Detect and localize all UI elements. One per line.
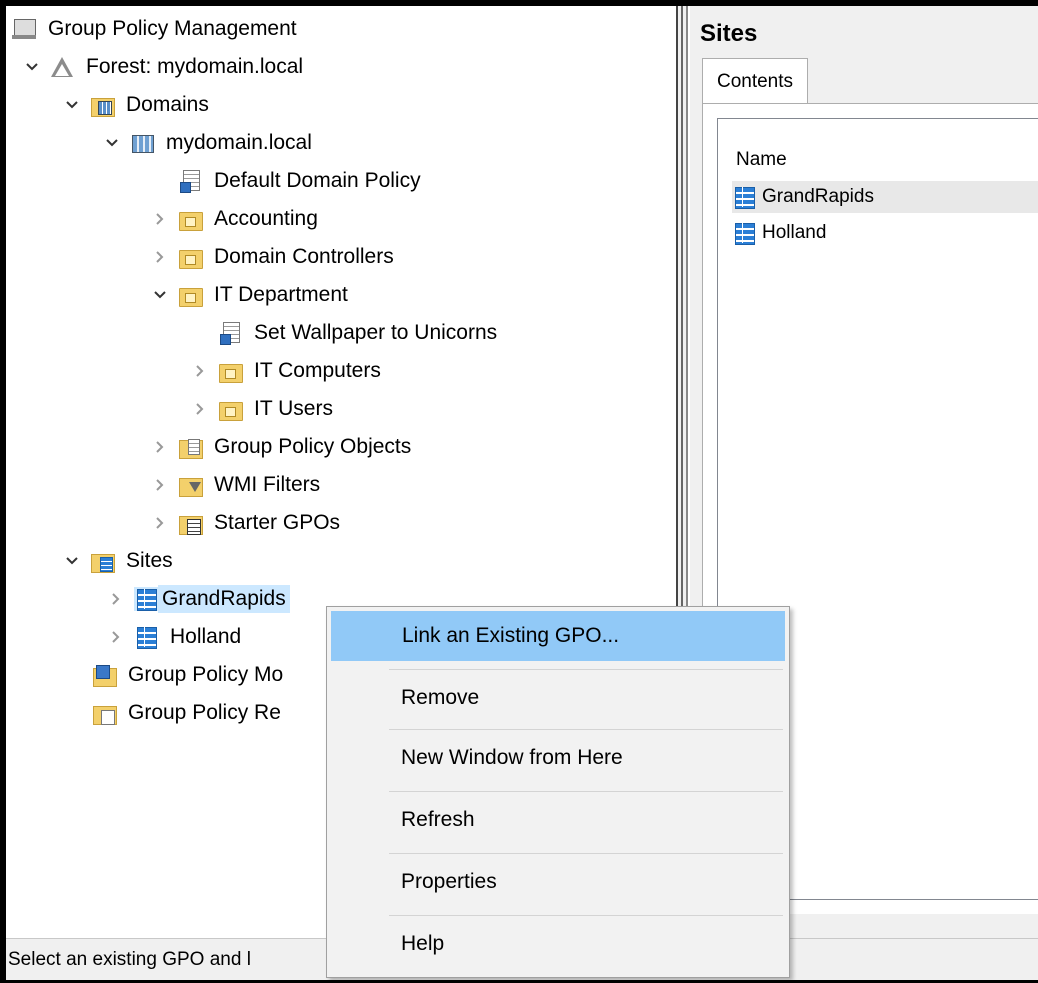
sites-folder-icon <box>90 549 115 573</box>
ou-folder-icon <box>178 245 203 269</box>
chevron-down-icon[interactable] <box>60 549 84 573</box>
tree-item-label: Group Policy Objects <box>214 435 412 458</box>
gp-modeling-icon <box>92 663 117 687</box>
tree-item-label: IT Department <box>214 283 348 306</box>
tree-item-label: Default Domain Policy <box>214 169 421 192</box>
ou-folder-icon <box>178 283 203 307</box>
tree-item-sites[interactable]: Sites <box>60 544 177 578</box>
gpo-link-icon <box>178 169 202 193</box>
tree-item-domain-controllers[interactable]: Domain Controllers <box>148 240 398 274</box>
tree-item-label: IT Users <box>254 397 333 420</box>
menu-separator <box>389 669 783 670</box>
site-icon <box>732 185 756 209</box>
chevron-right-icon[interactable] <box>148 245 172 269</box>
chevron-down-icon[interactable] <box>20 55 44 79</box>
site-icon <box>134 625 158 649</box>
tree-item-domains[interactable]: Domains <box>60 88 213 122</box>
menu-item-help[interactable]: Help <box>331 919 785 969</box>
tree-item-starter-gpos[interactable]: Starter GPOs <box>148 506 344 540</box>
tree-item-forest[interactable]: Forest: mydomain.local <box>20 50 307 84</box>
tree-item-label: Group Policy Management <box>48 17 297 40</box>
tree-item-gp-modeling[interactable]: Group Policy Mo <box>92 658 287 692</box>
tree-item-set-wallpaper-gpo[interactable]: Set Wallpaper to Unicorns <box>188 316 501 350</box>
gpo-folder-icon <box>178 435 203 459</box>
tree-item-accounting[interactable]: Accounting <box>148 202 322 236</box>
tree-item-label: Starter GPOs <box>214 511 341 534</box>
context-menu: Link an Existing GPO... Remove New Windo… <box>326 606 790 978</box>
tree-item-label: Sites <box>126 549 173 572</box>
menu-item-properties[interactable]: Properties <box>331 857 785 907</box>
tree-item-it-department[interactable]: IT Department <box>148 278 352 312</box>
chevron-right-icon[interactable] <box>148 207 172 231</box>
tab-contents[interactable]: Contents <box>702 58 808 104</box>
tree-item-label: Domains <box>126 93 209 116</box>
tree-item-label: GrandRapids <box>158 585 290 613</box>
chevron-right-icon[interactable] <box>188 397 212 421</box>
ou-folder-icon <box>218 359 243 383</box>
gp-results-icon <box>92 701 117 725</box>
chevron-down-icon[interactable] <box>100 131 124 155</box>
chevron-right-icon[interactable] <box>104 587 128 611</box>
menu-item-new-window[interactable]: New Window from Here <box>331 733 785 783</box>
tree-item-grandrapids[interactable]: GrandRapids <box>104 582 290 616</box>
tree-item-group-policy-objects[interactable]: Group Policy Objects <box>148 430 415 464</box>
forest-icon <box>50 55 74 79</box>
chevron-down-icon[interactable] <box>148 283 172 307</box>
site-icon <box>134 587 158 611</box>
menu-separator <box>389 791 783 792</box>
tree-item-label: mydomain.local <box>166 131 312 154</box>
chevron-right-icon[interactable] <box>188 359 212 383</box>
wmi-filter-folder-icon <box>178 473 203 497</box>
list-item-label: GrandRapids <box>762 186 874 207</box>
tree-item-it-computers[interactable]: IT Computers <box>188 354 385 388</box>
tree-item-label: WMI Filters <box>214 473 321 496</box>
site-icon <box>732 221 756 245</box>
gpm-console-icon <box>12 17 36 41</box>
starter-gpo-folder-icon <box>178 511 203 535</box>
chevron-right-icon[interactable] <box>148 473 172 497</box>
domains-folder-icon <box>90 93 115 117</box>
tree-item-label: IT Computers <box>254 359 381 382</box>
ou-folder-icon <box>218 397 243 421</box>
tree-item-wmi-filters[interactable]: WMI Filters <box>148 468 324 502</box>
menu-separator <box>389 915 783 916</box>
tree-item-it-users[interactable]: IT Users <box>188 392 337 426</box>
tree-item-domain[interactable]: mydomain.local <box>100 126 316 160</box>
chevron-down-icon[interactable] <box>60 93 84 117</box>
column-header-name[interactable]: Name <box>736 149 787 171</box>
menu-separator <box>389 729 783 730</box>
list-item-grandrapids[interactable]: GrandRapids <box>732 181 1038 213</box>
menu-item-refresh[interactable]: Refresh <box>331 795 785 845</box>
tree-item-gpm-root[interactable]: Group Policy Management <box>12 12 301 46</box>
chevron-right-icon[interactable] <box>104 625 128 649</box>
domain-icon <box>130 131 154 155</box>
chevron-right-icon[interactable] <box>148 435 172 459</box>
tree-item-label: Accounting <box>214 207 318 230</box>
details-title: Sites <box>700 20 758 47</box>
tree-item-default-domain-policy[interactable]: Default Domain Policy <box>148 164 425 198</box>
ou-folder-icon <box>178 207 203 231</box>
chevron-right-icon[interactable] <box>148 511 172 535</box>
tree-item-label: Set Wallpaper to Unicorns <box>254 321 498 344</box>
tree-item-label: Holland <box>170 625 242 648</box>
gpo-link-icon <box>218 321 242 345</box>
tree-item-label: Forest: mydomain.local <box>86 55 304 78</box>
menu-item-remove[interactable]: Remove <box>331 673 785 723</box>
tree-item-label: Domain Controllers <box>214 245 394 268</box>
tree-item-label: Group Policy Mo <box>128 663 284 686</box>
list-item-holland[interactable]: Holland <box>732 217 1038 249</box>
tree-item-holland[interactable]: Holland <box>104 620 245 654</box>
menu-item-link-existing-gpo[interactable]: Link an Existing GPO... <box>331 611 785 661</box>
status-text: Select an existing GPO and l <box>8 948 251 970</box>
menu-separator <box>389 853 783 854</box>
tree-item-gp-results[interactable]: Group Policy Re <box>92 696 285 730</box>
list-item-label: Holland <box>762 222 827 243</box>
tree-item-label: Group Policy Re <box>128 701 281 724</box>
